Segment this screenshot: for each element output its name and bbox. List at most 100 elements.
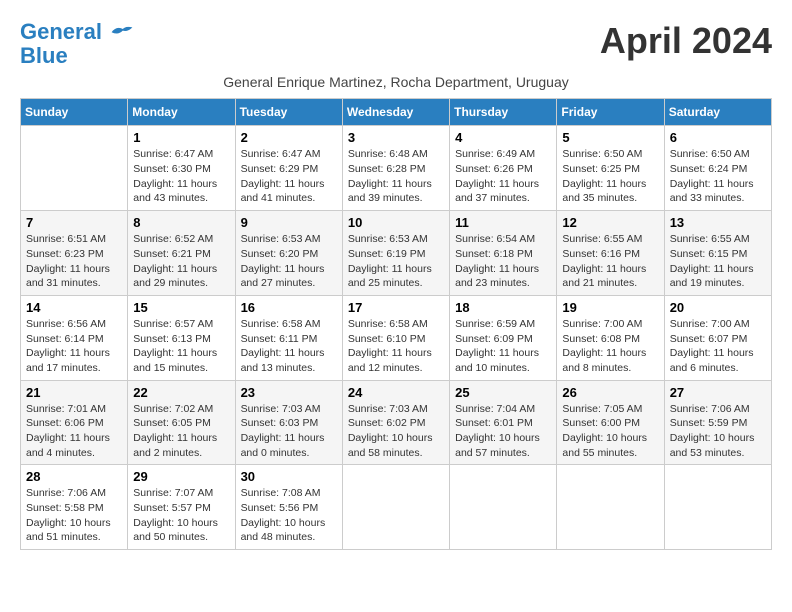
- day-info: Sunrise: 6:59 AM Sunset: 6:09 PM Dayligh…: [455, 317, 551, 376]
- weekday-header: Friday: [557, 99, 664, 126]
- day-number: 8: [133, 215, 229, 230]
- day-number: 15: [133, 300, 229, 315]
- calendar-cell: 5 Sunrise: 6:50 AM Sunset: 6:25 PM Daylig…: [557, 126, 664, 211]
- calendar-cell: 7 Sunrise: 6:51 AM Sunset: 6:23 PM Daylig…: [21, 211, 128, 296]
- calendar-cell: 28 Sunrise: 7:06 AM Sunset: 5:58 PM Dayli…: [21, 465, 128, 550]
- title-block: April 2024: [600, 20, 772, 62]
- calendar-cell: 16 Sunrise: 6:58 AM Sunset: 6:11 PM Dayli…: [235, 295, 342, 380]
- logo-text: General: [20, 20, 134, 44]
- day-info: Sunrise: 6:55 AM Sunset: 6:16 PM Dayligh…: [562, 232, 658, 291]
- calendar-cell: 1 Sunrise: 6:47 AM Sunset: 6:30 PM Daylig…: [128, 126, 235, 211]
- day-number: 24: [348, 385, 444, 400]
- day-number: 30: [241, 469, 337, 484]
- day-info: Sunrise: 6:50 AM Sunset: 6:24 PM Dayligh…: [670, 147, 766, 206]
- calendar-cell: 2 Sunrise: 6:47 AM Sunset: 6:29 PM Daylig…: [235, 126, 342, 211]
- calendar-cell: 11Sunrise: 6:54 AM Sunset: 6:18 PM Dayli…: [450, 211, 557, 296]
- day-info: Sunrise: 7:03 AM Sunset: 6:03 PM Dayligh…: [241, 402, 337, 461]
- calendar-cell: 26 Sunrise: 7:05 AM Sunset: 6:00 PM Dayli…: [557, 380, 664, 465]
- day-number: 10: [348, 215, 444, 230]
- calendar-cell: 27Sunrise: 7:06 AM Sunset: 5:59 PM Dayli…: [664, 380, 771, 465]
- weekday-header: Tuesday: [235, 99, 342, 126]
- day-info: Sunrise: 7:00 AM Sunset: 6:08 PM Dayligh…: [562, 317, 658, 376]
- day-info: Sunrise: 6:58 AM Sunset: 6:10 PM Dayligh…: [348, 317, 444, 376]
- day-number: 5: [562, 130, 658, 145]
- day-number: 19: [562, 300, 658, 315]
- calendar-cell: [450, 465, 557, 550]
- day-number: 14: [26, 300, 122, 315]
- calendar-cell: 13 Sunrise: 6:55 AM Sunset: 6:15 PM Dayli…: [664, 211, 771, 296]
- calendar-cell: [664, 465, 771, 550]
- day-number: 4: [455, 130, 551, 145]
- day-number: 20: [670, 300, 766, 315]
- calendar-cell: 20Sunrise: 7:00 AM Sunset: 6:07 PM Dayli…: [664, 295, 771, 380]
- day-number: 3: [348, 130, 444, 145]
- day-number: 7: [26, 215, 122, 230]
- page-header: General Blue April 2024: [20, 20, 772, 68]
- day-info: Sunrise: 7:01 AM Sunset: 6:06 PM Dayligh…: [26, 402, 122, 461]
- calendar-week-row: 1 Sunrise: 6:47 AM Sunset: 6:30 PM Daylig…: [21, 126, 772, 211]
- calendar-cell: 8Sunrise: 6:52 AM Sunset: 6:21 PM Daylig…: [128, 211, 235, 296]
- day-number: 22: [133, 385, 229, 400]
- calendar-cell: 15Sunrise: 6:57 AM Sunset: 6:13 PM Dayli…: [128, 295, 235, 380]
- day-number: 6: [670, 130, 766, 145]
- day-info: Sunrise: 7:06 AM Sunset: 5:58 PM Dayligh…: [26, 486, 122, 545]
- calendar-cell: 18Sunrise: 6:59 AM Sunset: 6:09 PM Dayli…: [450, 295, 557, 380]
- calendar-cell: 3 Sunrise: 6:48 AM Sunset: 6:28 PM Daylig…: [342, 126, 449, 211]
- calendar-cell: [342, 465, 449, 550]
- calendar-cell: 22 Sunrise: 7:02 AM Sunset: 6:05 PM Dayli…: [128, 380, 235, 465]
- logo: General Blue: [20, 20, 134, 68]
- day-info: Sunrise: 7:03 AM Sunset: 6:02 PM Dayligh…: [348, 402, 444, 461]
- day-info: Sunrise: 6:55 AM Sunset: 6:15 PM Dayligh…: [670, 232, 766, 291]
- day-number: 21: [26, 385, 122, 400]
- calendar-cell: 19 Sunrise: 7:00 AM Sunset: 6:08 PM Dayli…: [557, 295, 664, 380]
- calendar-cell: 29Sunrise: 7:07 AM Sunset: 5:57 PM Dayli…: [128, 465, 235, 550]
- day-number: 26: [562, 385, 658, 400]
- calendar-cell: 24 Sunrise: 7:03 AM Sunset: 6:02 PM Dayli…: [342, 380, 449, 465]
- weekday-header: Saturday: [664, 99, 771, 126]
- day-number: 9: [241, 215, 337, 230]
- calendar-cell: 25 Sunrise: 7:04 AM Sunset: 6:01 PM Dayli…: [450, 380, 557, 465]
- calendar-cell: 12 Sunrise: 6:55 AM Sunset: 6:16 PM Dayli…: [557, 211, 664, 296]
- day-number: 17: [348, 300, 444, 315]
- calendar-cell: 6 Sunrise: 6:50 AM Sunset: 6:24 PM Daylig…: [664, 126, 771, 211]
- day-info: Sunrise: 6:49 AM Sunset: 6:26 PM Dayligh…: [455, 147, 551, 206]
- calendar-cell: 14 Sunrise: 6:56 AM Sunset: 6:14 PM Dayli…: [21, 295, 128, 380]
- calendar-cell: 10Sunrise: 6:53 AM Sunset: 6:19 PM Dayli…: [342, 211, 449, 296]
- calendar-week-row: 14 Sunrise: 6:56 AM Sunset: 6:14 PM Dayli…: [21, 295, 772, 380]
- day-info: Sunrise: 6:51 AM Sunset: 6:23 PM Dayligh…: [26, 232, 122, 291]
- day-info: Sunrise: 6:47 AM Sunset: 6:29 PM Dayligh…: [241, 147, 337, 206]
- calendar-cell: 9 Sunrise: 6:53 AM Sunset: 6:20 PM Daylig…: [235, 211, 342, 296]
- day-number: 23: [241, 385, 337, 400]
- day-number: 13: [670, 215, 766, 230]
- day-info: Sunrise: 6:53 AM Sunset: 6:20 PM Dayligh…: [241, 232, 337, 291]
- weekday-header: Sunday: [21, 99, 128, 126]
- logo-bird-icon: [110, 23, 134, 43]
- calendar-cell: 4 Sunrise: 6:49 AM Sunset: 6:26 PM Daylig…: [450, 126, 557, 211]
- calendar-cell: 17 Sunrise: 6:58 AM Sunset: 6:10 PM Dayli…: [342, 295, 449, 380]
- calendar-cell: 23 Sunrise: 7:03 AM Sunset: 6:03 PM Dayli…: [235, 380, 342, 465]
- day-info: Sunrise: 6:48 AM Sunset: 6:28 PM Dayligh…: [348, 147, 444, 206]
- day-info: Sunrise: 6:50 AM Sunset: 6:25 PM Dayligh…: [562, 147, 658, 206]
- day-info: Sunrise: 7:04 AM Sunset: 6:01 PM Dayligh…: [455, 402, 551, 461]
- day-number: 12: [562, 215, 658, 230]
- calendar-cell: [557, 465, 664, 550]
- day-number: 25: [455, 385, 551, 400]
- day-info: Sunrise: 7:02 AM Sunset: 6:05 PM Dayligh…: [133, 402, 229, 461]
- calendar-header-row: SundayMondayTuesdayWednesdayThursdayFrid…: [21, 99, 772, 126]
- calendar-cell: [21, 126, 128, 211]
- day-number: 28: [26, 469, 122, 484]
- day-info: Sunrise: 7:05 AM Sunset: 6:00 PM Dayligh…: [562, 402, 658, 461]
- day-info: Sunrise: 6:58 AM Sunset: 6:11 PM Dayligh…: [241, 317, 337, 376]
- day-number: 29: [133, 469, 229, 484]
- month-title: April 2024: [600, 20, 772, 62]
- day-number: 1: [133, 130, 229, 145]
- day-info: Sunrise: 7:08 AM Sunset: 5:56 PM Dayligh…: [241, 486, 337, 545]
- day-number: 16: [241, 300, 337, 315]
- calendar-week-row: 28 Sunrise: 7:06 AM Sunset: 5:58 PM Dayli…: [21, 465, 772, 550]
- logo-text-blue: Blue: [20, 44, 134, 68]
- day-info: Sunrise: 6:56 AM Sunset: 6:14 PM Dayligh…: [26, 317, 122, 376]
- weekday-header: Monday: [128, 99, 235, 126]
- day-info: Sunrise: 7:06 AM Sunset: 5:59 PM Dayligh…: [670, 402, 766, 461]
- day-number: 2: [241, 130, 337, 145]
- day-info: Sunrise: 6:47 AM Sunset: 6:30 PM Dayligh…: [133, 147, 229, 206]
